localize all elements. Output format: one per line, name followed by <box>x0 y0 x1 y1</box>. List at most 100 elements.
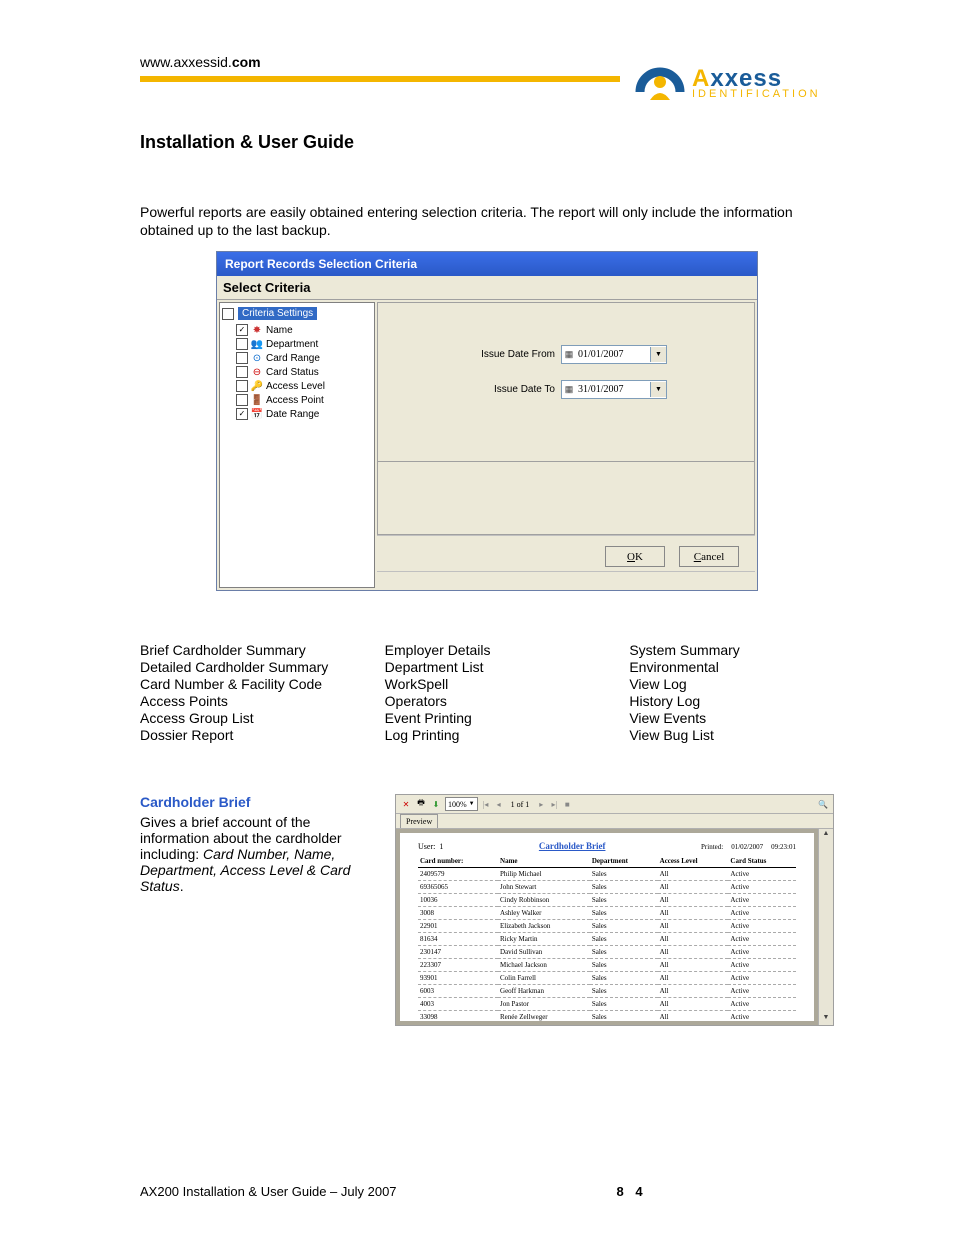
report-page: User: 1 Cardholder Brief Printed: 01/02/… <box>400 833 814 1021</box>
table-row: 4003Jon PastorSalesAllActive <box>418 998 796 1011</box>
list-item: System Summary <box>629 642 834 658</box>
table-row: 93901Colin FarrellSalesAllActive <box>418 972 796 985</box>
criteria-label: Card Status <box>266 367 319 378</box>
report-title: Cardholder Brief <box>539 841 606 851</box>
table-row: 2409579Philip MichaelSalesAllActive <box>418 868 796 881</box>
page-number: 8 4 <box>617 1184 647 1199</box>
date-to-field[interactable]: ▦ ▼ <box>561 380 667 399</box>
list-item: Access Group List <box>140 710 345 726</box>
scroll-down-icon[interactable]: ▼ <box>823 1013 830 1025</box>
criteria-root-checkbox[interactable] <box>222 308 234 320</box>
search-icon[interactable]: 🔍 <box>817 798 829 810</box>
export-icon[interactable]: ⬇ <box>430 798 442 810</box>
access-level-icon: 🔑 <box>251 380 263 392</box>
table-row: 81634Ricky MartinSalesAllActive <box>418 933 796 946</box>
list-item: Environmental <box>629 659 834 675</box>
list-item: Log Printing <box>385 727 590 743</box>
ok-button[interactable]: OK <box>605 546 665 567</box>
criteria-dialog: Report Records Selection Criteria Select… <box>216 251 758 591</box>
close-icon[interactable]: ✕ <box>400 798 412 810</box>
list-item: Card Number & Facility Code <box>140 676 345 692</box>
stop-icon[interactable]: ■ <box>562 800 572 809</box>
divider <box>140 76 620 82</box>
criteria-label: Date Range <box>266 409 319 420</box>
criteria-label: Access Level <box>266 381 325 392</box>
zoom-select[interactable]: 100%▼ <box>445 797 478 811</box>
preview-tab[interactable]: Preview <box>400 814 438 828</box>
list-item: View Events <box>629 710 834 726</box>
vertical-scrollbar[interactable]: ▲ ▼ <box>818 829 833 1025</box>
date-from-input[interactable] <box>576 347 650 362</box>
table-row: 6003Geoff HarkmanSalesAllActive <box>418 985 796 998</box>
print-icon[interactable]: 🖶 <box>415 798 427 810</box>
list-item: Department List <box>385 659 590 675</box>
criteria-checkbox-name[interactable] <box>236 324 248 336</box>
last-page-icon[interactable]: ▸| <box>549 800 559 809</box>
criteria-label: Card Range <box>266 353 320 364</box>
date-to-label: Issue Date To <box>465 384 555 395</box>
list-item: Brief Cardholder Summary <box>140 642 345 658</box>
department-icon: 👥 <box>251 338 263 350</box>
list-item: WorkSpell <box>385 676 590 692</box>
criteria-checkbox-card-status[interactable] <box>236 366 248 378</box>
user-label: User: <box>418 842 435 851</box>
calendar-icon: ▦ <box>562 349 576 360</box>
criteria-checkbox-access-point[interactable] <box>236 394 248 406</box>
date-from-field[interactable]: ▦ ▼ <box>561 345 667 364</box>
criteria-tree[interactable]: Criteria Settings ✸Name 👥Department ⊙Car… <box>219 302 375 588</box>
criteria-checkbox-access-level[interactable] <box>236 380 248 392</box>
date-to-input[interactable] <box>576 382 650 397</box>
next-page-icon[interactable]: ▸ <box>536 800 546 809</box>
footer-text: AX200 Installation & User Guide – July 2… <box>140 1184 397 1199</box>
dropdown-button[interactable]: ▼ <box>650 382 666 397</box>
first-page-icon[interactable]: |◂ <box>481 800 491 809</box>
scroll-up-icon[interactable]: ▲ <box>823 829 830 841</box>
cancel-button[interactable]: Cancel <box>679 546 739 567</box>
calendar-icon: ▦ <box>562 384 576 395</box>
preview-toolbar: ✕ 🖶 ⬇ 100%▼ |◂ ◂ 1 of 1 ▸ ▸| ■ 🔍 <box>396 795 833 814</box>
table-header: Card Status <box>728 855 796 868</box>
criteria-label: Department <box>266 339 318 350</box>
list-item: Operators <box>385 693 590 709</box>
criteria-checkbox-department[interactable] <box>236 338 248 350</box>
criteria-root-label: Criteria Settings <box>238 307 317 320</box>
page-title: Installation & User Guide <box>140 132 834 153</box>
list-item: Detailed Cardholder Summary <box>140 659 345 675</box>
status-bar <box>377 571 755 588</box>
site-url: www.axxessid.com <box>140 54 634 70</box>
report-table: Card number:NameDepartmentAccess LevelCa… <box>418 855 796 1021</box>
card-status-icon: ⊖ <box>251 366 263 378</box>
person-icon: ✸ <box>251 324 263 336</box>
table-row: 22901Elizabeth JacksonSalesAllActive <box>418 920 796 933</box>
table-row: 230147David SullivanSalesAllActive <box>418 946 796 959</box>
report-col-2: Employer Details Department List WorkSpe… <box>385 641 590 744</box>
criteria-checkbox-card-range[interactable] <box>236 352 248 364</box>
report-types-list: Brief Cardholder Summary Detailed Cardho… <box>140 641 834 744</box>
list-item: History Log <box>629 693 834 709</box>
table-row: 69365065John StewartSalesAllActive <box>418 881 796 894</box>
intro-text: Powerful reports are easily obtained ent… <box>140 203 834 239</box>
list-item: Employer Details <box>385 642 590 658</box>
list-item: Dossier Report <box>140 727 345 743</box>
list-item: View Log <box>629 676 834 692</box>
table-header: Access Level <box>658 855 729 868</box>
date-from-label: Issue Date From <box>465 349 555 360</box>
dropdown-button[interactable]: ▼ <box>650 347 666 362</box>
list-item: Event Printing <box>385 710 590 726</box>
list-item: View Bug List <box>629 727 834 743</box>
date-range-icon: 📅 <box>251 408 263 420</box>
list-item: Access Points <box>140 693 345 709</box>
report-col-1: Brief Cardholder Summary Detailed Cardho… <box>140 641 345 744</box>
table-header: Name <box>498 855 590 868</box>
access-point-icon: 🚪 <box>251 394 263 406</box>
table-row: 223307Michael JacksonSalesAllActive <box>418 959 796 972</box>
brand-logo: Axxess Identification <box>634 54 834 114</box>
page-indicator: 1 of 1 <box>507 800 534 809</box>
criteria-checkbox-date-range[interactable] <box>236 408 248 420</box>
cardholder-brief-heading: Cardholder Brief <box>140 794 375 810</box>
prev-page-icon[interactable]: ◂ <box>494 800 504 809</box>
report-col-3: System Summary Environmental View Log Hi… <box>629 641 834 744</box>
table-header: Department <box>590 855 658 868</box>
table-row: 33098Renée ZellwegerSalesAllActive <box>418 1011 796 1022</box>
dialog-titlebar: Report Records Selection Criteria <box>217 252 757 276</box>
